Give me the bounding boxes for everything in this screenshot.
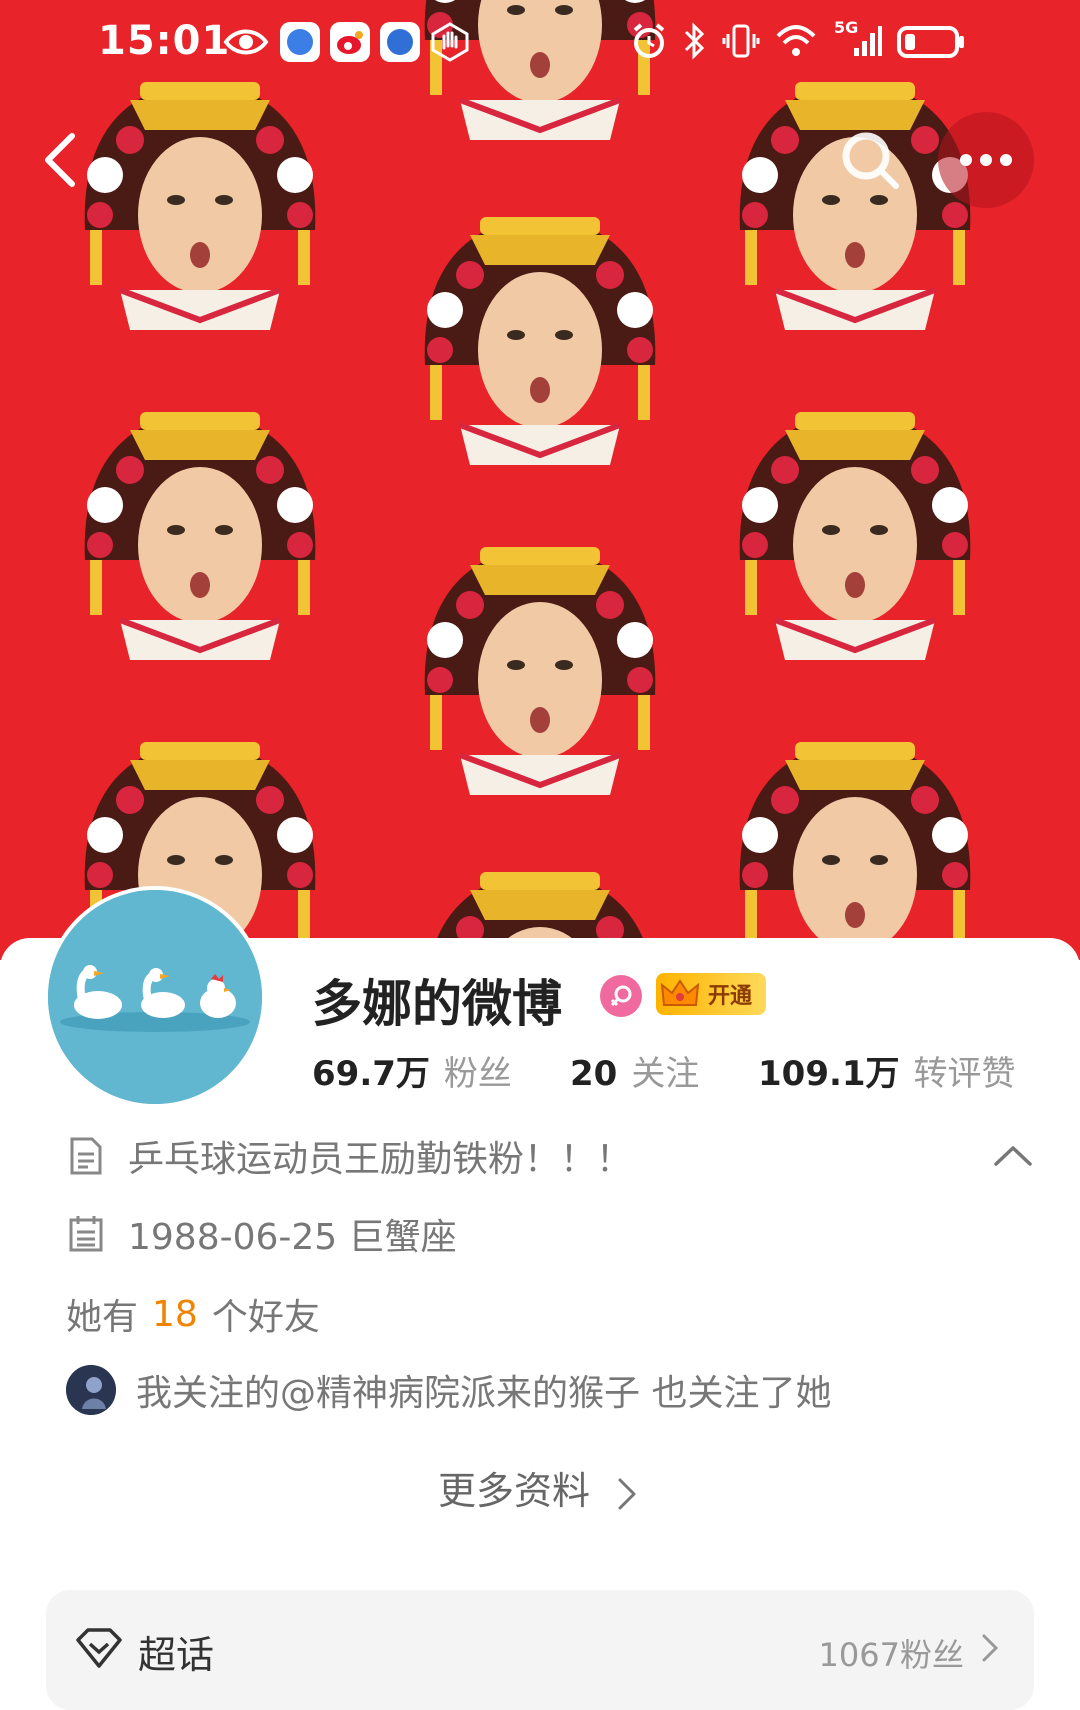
chevron-up-icon bbox=[994, 1146, 1032, 1166]
stat-value: 109.1万 bbox=[758, 1054, 900, 1094]
eye-icon bbox=[222, 22, 270, 66]
avatar[interactable] bbox=[44, 886, 266, 1108]
stat-following[interactable]: 20 关注 bbox=[570, 1046, 699, 1095]
friends-count: 18 bbox=[152, 1293, 198, 1335]
more-info-link[interactable]: 更多资料 bbox=[0, 1460, 1080, 1515]
bluetooth-icon bbox=[682, 22, 708, 64]
more-info-label: 更多资料 bbox=[437, 1469, 590, 1513]
vip-label: 开通 bbox=[707, 984, 752, 1009]
mutual-avatar bbox=[66, 1365, 116, 1415]
gender-female-icon bbox=[600, 975, 642, 1017]
stat-value: 69.7万 bbox=[312, 1054, 430, 1094]
signal-icon: 5G bbox=[832, 18, 882, 64]
friends-row[interactable]: 她有 18 个好友 bbox=[66, 1288, 320, 1340]
search-button[interactable] bbox=[830, 120, 910, 200]
stat-value: 20 bbox=[570, 1054, 618, 1094]
collapse-button[interactable] bbox=[990, 1136, 1036, 1176]
avatar-image bbox=[48, 890, 262, 1104]
back-button[interactable] bbox=[30, 120, 90, 200]
status-time: 15:01 bbox=[98, 18, 231, 64]
more-button[interactable] bbox=[938, 112, 1034, 208]
cover-pattern bbox=[0, 0, 1080, 960]
super-topic-label: 超话 bbox=[138, 1633, 215, 1677]
calendar-icon bbox=[69, 1216, 103, 1252]
document-icon bbox=[70, 1137, 102, 1175]
mutual-follow-row[interactable]: 我关注的@精神病院派来的猴子 也关注了她 bbox=[66, 1364, 831, 1416]
battery-icon bbox=[896, 22, 966, 64]
friends-suffix: 个好友 bbox=[211, 1297, 320, 1338]
super-topic-fans: 1067粉丝 bbox=[818, 1636, 964, 1674]
network-type: 5G bbox=[834, 18, 859, 37]
bio-row: 乒乓球运动员王励勤铁粉！！！ bbox=[66, 1130, 632, 1182]
chevron-right-icon bbox=[618, 1478, 636, 1509]
search-icon bbox=[842, 132, 899, 189]
crown-icon bbox=[660, 979, 700, 1006]
app-icon bbox=[380, 22, 420, 62]
hand-icon bbox=[430, 22, 470, 66]
birthday-row: 1988-06-25 巨蟹座 bbox=[66, 1208, 457, 1260]
vibrate-icon bbox=[722, 22, 760, 64]
stat-interactions[interactable]: 109.1万 转评赞 bbox=[758, 1046, 1016, 1095]
super-topic-card[interactable]: 超话 1067粉丝 bbox=[46, 1590, 1034, 1710]
more-dots-icon bbox=[960, 154, 1012, 166]
mutual-follow-text: 我关注的@精神病院派来的猴子 也关注了她 bbox=[136, 1373, 832, 1414]
vip-open-button[interactable]: 开通 bbox=[656, 973, 766, 1015]
app-icon bbox=[280, 22, 320, 62]
birthday-text: 1988-06-25 巨蟹座 bbox=[128, 1217, 457, 1258]
stat-label: 关注 bbox=[631, 1054, 700, 1094]
stat-label: 转评赞 bbox=[913, 1054, 1016, 1094]
bio-text: 乒乓球运动员王励勤铁粉！！！ bbox=[128, 1139, 633, 1180]
chevron-right-icon bbox=[982, 1634, 999, 1662]
wifi-icon bbox=[774, 22, 818, 64]
status-bar: 15:01 5G bbox=[0, 0, 1080, 90]
alarm-icon bbox=[630, 22, 668, 64]
profile-name: 多娜的微博 bbox=[312, 975, 562, 1033]
weibo-icon bbox=[330, 22, 370, 62]
stat-fans[interactable]: 69.7万 粉丝 bbox=[312, 1046, 512, 1095]
cover-image[interactable] bbox=[0, 0, 1080, 960]
diamond-icon bbox=[76, 1628, 122, 1668]
stat-label: 粉丝 bbox=[443, 1054, 512, 1094]
chevron-left-icon bbox=[45, 133, 75, 187]
friends-prefix: 她有 bbox=[66, 1297, 139, 1338]
